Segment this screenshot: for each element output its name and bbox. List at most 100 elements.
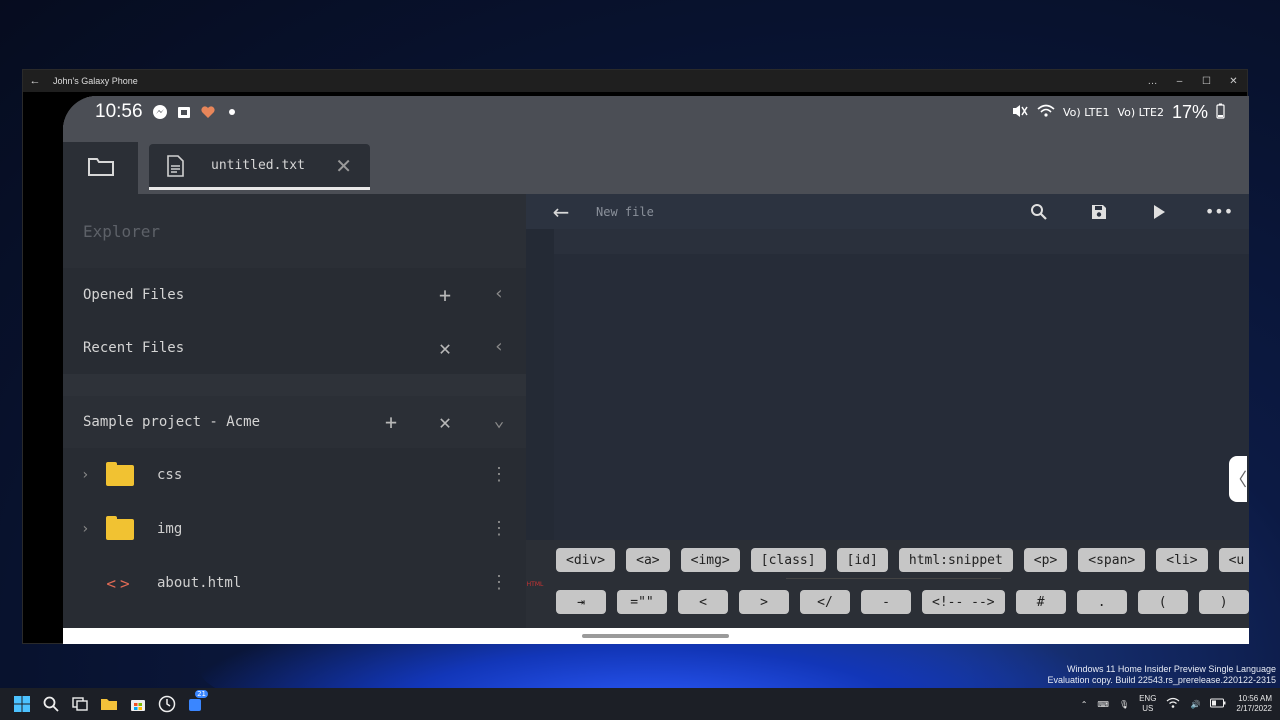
system-tray: ⌃ ⌨ 🎙 ENG US 🔊 10:56 AM 2/17/2022	[1081, 694, 1272, 714]
file-explorer-icon[interactable]	[94, 688, 123, 720]
language-indicator: HTML	[526, 540, 544, 628]
add-icon[interactable]: +	[364, 410, 418, 434]
battery-icon[interactable]	[1210, 698, 1226, 710]
symbol-key[interactable]: )	[1198, 590, 1249, 614]
symbol-key[interactable]: (	[1137, 590, 1188, 614]
tree-item-label: css	[157, 467, 183, 483]
folder-icon	[105, 515, 135, 540]
more-vert-icon[interactable]: ⋮	[490, 574, 508, 592]
snippet-key[interactable]: [id]	[836, 548, 888, 572]
explorer-toggle-button[interactable]	[63, 142, 138, 194]
snippet-key[interactable]: html:snippet	[898, 548, 1013, 572]
recent-files-section[interactable]: Recent Files ✕ ‹	[63, 321, 526, 374]
chevron-left-icon[interactable]: ‹	[472, 283, 526, 307]
back-arrow-icon[interactable]: ←	[23, 75, 47, 87]
window-controls: … – ☐ ✕	[1139, 76, 1247, 87]
row-divider	[786, 578, 1001, 579]
snippet-key[interactable]: <li>	[1156, 548, 1208, 572]
tree-item-about-html[interactable]: <> about.html ⋮	[63, 556, 526, 610]
chevron-left-icon[interactable]: ‹	[472, 336, 526, 360]
section-divider	[63, 374, 526, 396]
minimize-button[interactable]: –	[1166, 76, 1193, 87]
symbol-key[interactable]: -	[861, 590, 911, 614]
close-project-icon[interactable]: ✕	[418, 410, 472, 434]
chevron-right-icon[interactable]: ›	[81, 521, 93, 537]
tree-item-img[interactable]: › img ⋮	[63, 502, 526, 556]
tab-untitled[interactable]: untitled.txt ✕	[149, 144, 370, 190]
project-label: Sample project - Acme	[83, 414, 261, 430]
snippet-key[interactable]: <img>	[680, 548, 740, 572]
symbol-key[interactable]: =""	[617, 590, 667, 614]
volume-icon[interactable]: 🔊	[1190, 700, 1200, 709]
symbol-key[interactable]: #	[1015, 590, 1066, 614]
snippet-key[interactable]: [class]	[750, 548, 826, 572]
more-vert-icon[interactable]: ⋮	[490, 520, 508, 538]
more-vert-icon[interactable]: ⋮	[490, 466, 508, 484]
clock-time: 10:56 AM	[1238, 694, 1272, 703]
notification-icons	[151, 103, 241, 121]
more-icon[interactable]: …	[1139, 76, 1166, 87]
messaging-app-icon[interactable]: 21	[181, 688, 210, 720]
task-view-icon[interactable]	[65, 688, 94, 720]
snippet-key[interactable]: <a>	[626, 548, 670, 572]
phone-link-icon[interactable]	[152, 688, 181, 720]
signal-lte2-label: Vo) LTE2	[1117, 105, 1164, 119]
save-icon[interactable]	[1069, 202, 1129, 221]
tab-key[interactable]: ⇥	[556, 590, 606, 614]
clear-icon[interactable]: ✕	[418, 336, 472, 360]
microphone-icon[interactable]: 🎙	[1119, 700, 1129, 709]
snippet-keyboard-bar: HTML <div> <a> <img> [class] [id] html:s…	[526, 540, 1249, 628]
folder-outline-icon	[87, 155, 115, 181]
project-section[interactable]: Sample project - Acme + ✕ ⌄	[63, 396, 526, 448]
battery-icon	[1216, 103, 1225, 122]
tree-item-label: img	[157, 521, 183, 537]
symbol-key[interactable]: <!-- -->	[922, 590, 1005, 614]
tree-item-css[interactable]: › css ⋮	[63, 448, 526, 502]
tab-label: untitled.txt	[211, 158, 305, 173]
app-notification-icon	[175, 103, 193, 121]
language-indicator[interactable]: ENG US	[1139, 694, 1156, 714]
snippet-key[interactable]: <div>	[556, 548, 616, 572]
keyboard-icon[interactable]: ⌨	[1097, 700, 1109, 709]
chevron-down-icon[interactable]: ⌄	[472, 410, 526, 434]
symbol-key[interactable]: .	[1076, 590, 1127, 614]
snippet-key[interactable]: <span>	[1078, 548, 1146, 572]
clock[interactable]: 10:56 AM 2/17/2022	[1236, 694, 1272, 714]
signal-lte1-label: Vo) LTE1	[1063, 105, 1110, 119]
symbol-key[interactable]: </	[800, 590, 850, 614]
search-icon[interactable]	[36, 688, 65, 720]
editor-toolbar: ← New file •••	[526, 194, 1249, 229]
gesture-handle[interactable]	[582, 634, 729, 638]
edge-panel-handle[interactable]: 〈	[1229, 456, 1247, 502]
window-title: John's Galaxy Phone	[53, 76, 138, 86]
run-icon[interactable]	[1129, 202, 1189, 221]
snippet-key[interactable]: <u	[1218, 548, 1249, 572]
maximize-button[interactable]: ☐	[1193, 76, 1220, 87]
dot-icon	[223, 103, 241, 121]
taskbar: 21 ⌃ ⌨ 🎙 ENG US 🔊 10:56 AM 2/17/2022	[0, 688, 1280, 720]
opened-files-section[interactable]: Opened Files + ‹	[63, 268, 526, 321]
symbol-key[interactable]: <	[678, 590, 728, 614]
phone-screen: 10:56 Vo) LTE1 Vo) LTE2 17% untitled.txt…	[63, 96, 1249, 644]
add-icon[interactable]: +	[418, 283, 472, 307]
chevron-up-icon[interactable]: ⌃	[1081, 700, 1088, 709]
opened-files-label: Opened Files	[83, 286, 185, 303]
windows-start-icon[interactable]	[7, 688, 36, 720]
chevron-right-icon[interactable]: ›	[81, 467, 93, 483]
code-line[interactable]: 1	[526, 229, 1249, 254]
more-horiz-icon[interactable]: •••	[1189, 202, 1249, 221]
battery-level: 17%	[1171, 101, 1208, 122]
wifi-icon[interactable]	[1166, 697, 1180, 711]
document-icon	[165, 154, 185, 177]
snippet-key[interactable]: <p>	[1023, 548, 1068, 572]
explorer-title: Explorer	[63, 194, 526, 268]
symbol-row: ⇥ ="" < > </ - <!-- --> # . ( ) & _	[556, 590, 1249, 614]
wifi-icon	[1037, 103, 1055, 122]
close-button[interactable]: ✕	[1220, 76, 1247, 87]
close-tab-icon[interactable]: ✕	[335, 154, 352, 178]
symbol-key[interactable]: >	[739, 590, 789, 614]
search-icon[interactable]	[1009, 202, 1069, 221]
back-arrow-icon[interactable]: ←	[526, 200, 596, 224]
store-icon[interactable]	[123, 688, 152, 720]
notification-badge: 21	[195, 690, 208, 698]
